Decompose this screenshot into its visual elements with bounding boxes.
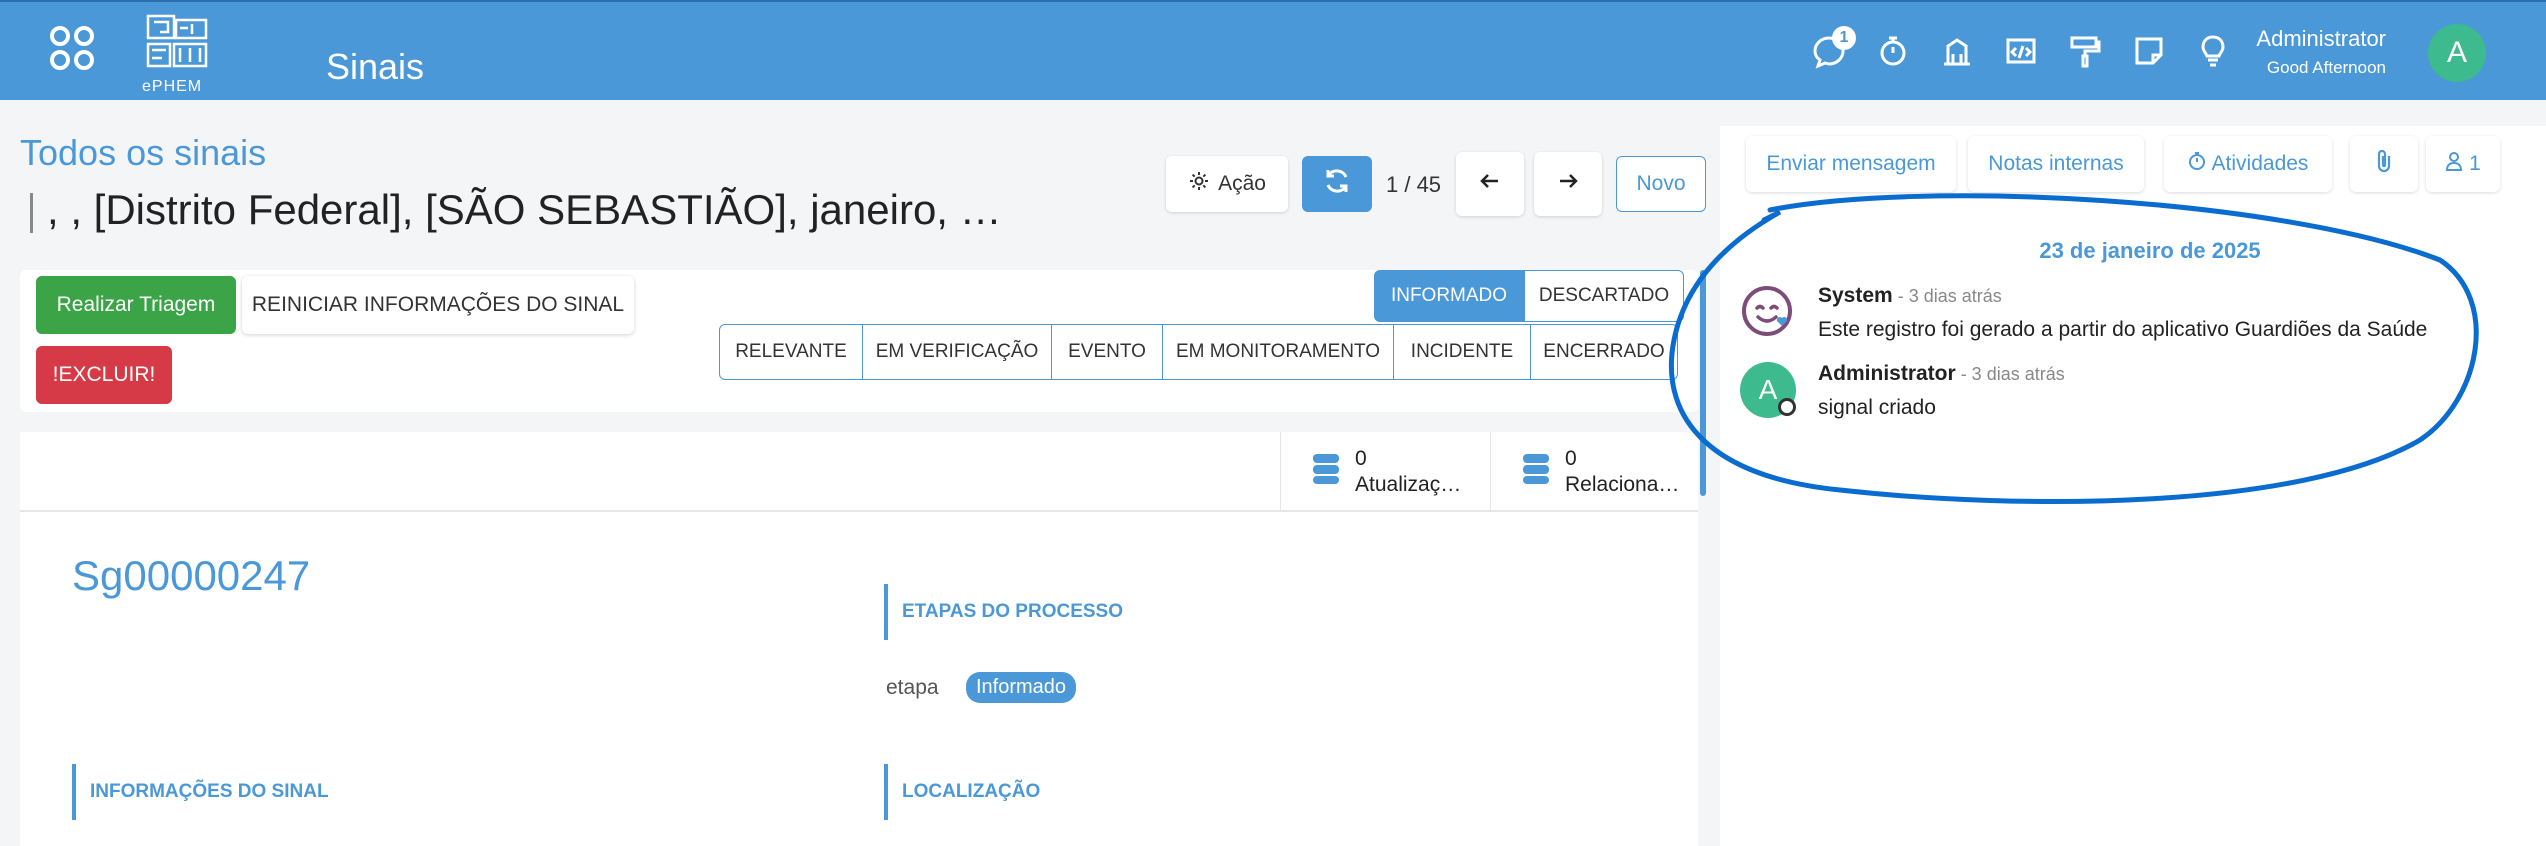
related-label: Relaciona… xyxy=(1565,473,1680,496)
status-em-verificacao[interactable]: EM VERIFICAÇÃO xyxy=(862,324,1052,380)
database-icon xyxy=(1521,452,1551,493)
status-evento[interactable]: EVENTO xyxy=(1051,324,1163,380)
status-selector-primary: INFORMADO DESCARTADO xyxy=(1374,270,1684,322)
section-process-steps: ETAPAS DO PROCESSO xyxy=(884,584,1123,640)
activities-button[interactable]: Atividades xyxy=(2164,136,2332,192)
updates-smart-button[interactable]: 0 Atualizaç… xyxy=(1280,432,1488,512)
building-icon[interactable] xyxy=(1938,32,1976,70)
action-menu-button[interactable]: Ação xyxy=(1166,156,1288,212)
clock-icon xyxy=(2188,152,2206,176)
system-avatar xyxy=(1740,284,1796,340)
messages-icon[interactable]: 1 xyxy=(1810,26,1856,70)
message-body: signal criado xyxy=(1818,396,1936,419)
triage-button[interactable]: Realizar Triagem xyxy=(36,276,236,334)
user-icon xyxy=(2445,151,2463,177)
record-title-text: , , [Distrito Federal], [SÃO SEBASTIÃO],… xyxy=(47,186,1002,233)
user-avatar[interactable]: A xyxy=(2428,24,2486,82)
app-title: Sinais xyxy=(326,46,425,87)
gear-icon xyxy=(1188,170,1210,198)
internal-notes-button[interactable]: Notas internas xyxy=(1968,136,2144,192)
status-relevante[interactable]: RELEVANTE xyxy=(719,324,863,380)
user-greeting: Good Afternoon xyxy=(2266,58,2386,77)
chatter-message: System - 3 dias atrás Este registro foi … xyxy=(1818,284,2427,342)
message-time: - 3 dias atrás xyxy=(1955,364,2065,384)
message-time: - 3 dias atrás xyxy=(1892,286,2002,306)
paint-roller-icon[interactable] xyxy=(2066,32,2104,70)
user-name[interactable]: Administrator xyxy=(2256,26,2386,52)
title-cursor xyxy=(30,192,33,233)
updates-label: Atualizaç… xyxy=(1355,473,1462,496)
followers-count: 1 xyxy=(2469,152,2481,175)
refresh-button[interactable] xyxy=(1302,156,1372,212)
top-navbar: ePHEM Sinais 1 Administrator Good Aftern… xyxy=(0,0,2546,100)
message-count-badge: 1 xyxy=(1832,26,1856,50)
record-title: , , [Distrito Federal], [SÃO SEBASTIÃO],… xyxy=(30,186,1002,234)
status-descartado[interactable]: DESCARTADO xyxy=(1524,270,1684,322)
followers-button[interactable]: 1 xyxy=(2426,136,2500,192)
reset-signal-info-button[interactable]: REINICIAR INFORMAÇÕES DO SINAL xyxy=(242,276,634,334)
date-separator: 23 de janeiro de 2025 xyxy=(2039,238,2261,263)
previous-record-button[interactable] xyxy=(1456,152,1524,216)
code-window-icon[interactable] xyxy=(2002,32,2040,70)
status-informado[interactable]: INFORMADO xyxy=(1374,270,1524,322)
message-body: Este registro foi gerado a partir do apl… xyxy=(1818,318,2428,341)
new-record-button[interactable]: Novo xyxy=(1616,156,1706,212)
section-signal-info: INFORMAÇÕES DO SINAL xyxy=(72,764,329,820)
stage-badge: Informado xyxy=(966,672,1077,703)
related-count: 0 xyxy=(1565,447,1577,470)
database-icon xyxy=(1311,452,1341,493)
status-selector-secondary: RELEVANTE EM VERIFICAÇÃO EVENTO EM MONIT… xyxy=(719,324,1678,380)
signal-reference: Sg00000247 xyxy=(72,552,311,599)
note-icon[interactable] xyxy=(2130,32,2168,70)
form-scrollbar[interactable] xyxy=(1700,270,1706,496)
stopwatch-icon[interactable] xyxy=(1874,32,1912,70)
next-record-button[interactable] xyxy=(1534,152,1602,216)
refresh-icon xyxy=(1322,166,1352,202)
stage-label: etapa xyxy=(886,676,939,699)
presence-status-icon xyxy=(1778,398,1796,416)
paperclip-icon xyxy=(2373,148,2395,180)
status-encerrado[interactable]: ENCERRADO xyxy=(1530,324,1678,380)
status-incidente[interactable]: INCIDENTE xyxy=(1393,324,1531,380)
lightbulb-icon[interactable] xyxy=(2194,32,2232,70)
systray: 1 xyxy=(1810,26,2232,70)
action-menu-label: Ação xyxy=(1218,172,1266,195)
status-em-monitoramento[interactable]: EM MONITORAMENTO xyxy=(1162,324,1394,380)
related-smart-button[interactable]: 0 Relaciona… xyxy=(1490,432,1698,512)
chatter-panel xyxy=(1720,126,2546,846)
message-author[interactable]: System xyxy=(1818,284,1893,307)
delete-button[interactable]: !EXCLUIR! xyxy=(36,346,172,404)
chatter-message: Administrator - 3 dias atrás signal cria… xyxy=(1818,362,2065,420)
pager-value[interactable]: 1 / 45 xyxy=(1386,172,1441,198)
breadcrumb-link[interactable]: Todos os sinais xyxy=(20,132,266,174)
ephem-logo[interactable]: ePHEM xyxy=(140,14,214,98)
arrow-right-icon xyxy=(1556,169,1580,199)
activities-label: Atividades xyxy=(2211,152,2309,175)
attachments-button[interactable] xyxy=(2350,136,2418,192)
apps-menu-icon[interactable] xyxy=(48,24,96,72)
send-message-button[interactable]: Enviar mensagem xyxy=(1746,136,1956,192)
section-location: LOCALIZAÇÃO xyxy=(884,764,1040,820)
logo-text: ePHEM xyxy=(142,78,203,95)
message-author[interactable]: Administrator xyxy=(1818,362,1956,385)
updates-count: 0 xyxy=(1355,447,1367,470)
arrow-left-icon xyxy=(1478,169,1502,199)
